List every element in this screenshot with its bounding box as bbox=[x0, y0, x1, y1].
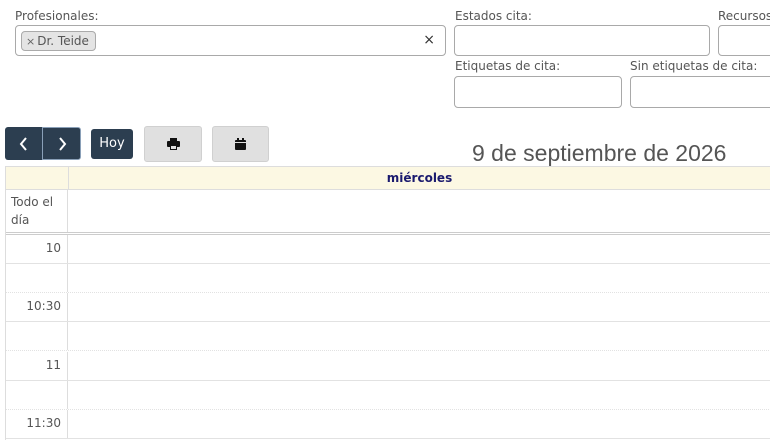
time-slot[interactable] bbox=[6, 322, 770, 351]
profesionales-select[interactable]: × Dr. Teide × bbox=[15, 25, 446, 56]
header-gutter bbox=[6, 167, 69, 189]
estados-label: Estados cita: bbox=[455, 9, 532, 23]
calendar-grid: miércoles Todo el día 10 10:30 11 11:30 bbox=[5, 166, 770, 440]
sin-etiquetas-select[interactable] bbox=[630, 76, 770, 108]
day-header: miércoles bbox=[6, 166, 770, 190]
sin-etiquetas-label: Sin etiquetas de cita: bbox=[630, 59, 758, 73]
date-title: 9 de septiembre de 2026 bbox=[472, 140, 727, 166]
calendar-icon bbox=[235, 138, 246, 150]
time-slot[interactable] bbox=[6, 381, 770, 410]
clear-selection-icon[interactable]: × bbox=[423, 32, 435, 48]
etiquetas-label: Etiquetas de cita: bbox=[455, 59, 561, 73]
print-icon bbox=[166, 138, 180, 150]
time-slot[interactable]: 10:30 bbox=[6, 293, 770, 322]
time-slot[interactable] bbox=[6, 264, 770, 293]
time-label: 10:30 bbox=[26, 299, 61, 313]
allday-label: Todo el día bbox=[6, 190, 68, 232]
recursos-select[interactable] bbox=[718, 25, 770, 56]
tag-label: Dr. Teide bbox=[37, 34, 89, 48]
prev-button[interactable] bbox=[5, 127, 42, 160]
chevron-right-icon bbox=[58, 137, 66, 151]
tag-remove-icon[interactable]: × bbox=[26, 35, 35, 48]
chevron-left-icon bbox=[19, 137, 27, 151]
time-slot[interactable]: 11 bbox=[6, 352, 770, 381]
etiquetas-select[interactable] bbox=[454, 76, 622, 108]
estados-select[interactable] bbox=[454, 25, 710, 56]
time-label: 10 bbox=[45, 241, 61, 255]
selected-tag: × Dr. Teide bbox=[21, 31, 96, 51]
time-label: 11 bbox=[45, 358, 61, 372]
time-slot[interactable]: 10 bbox=[6, 235, 770, 264]
today-button[interactable]: Hoy bbox=[91, 129, 133, 159]
profesionales-label: Profesionales: bbox=[15, 9, 99, 23]
allday-row[interactable]: Todo el día bbox=[6, 190, 770, 235]
next-button[interactable] bbox=[42, 127, 81, 160]
day-name[interactable]: miércoles bbox=[68, 167, 770, 190]
print-button[interactable] bbox=[144, 126, 202, 162]
time-slot[interactable]: 11:30 bbox=[6, 410, 770, 439]
recursos-label: Recursos bbox=[718, 9, 770, 23]
calendar-button[interactable] bbox=[212, 126, 269, 162]
time-label: 11:30 bbox=[26, 416, 61, 430]
